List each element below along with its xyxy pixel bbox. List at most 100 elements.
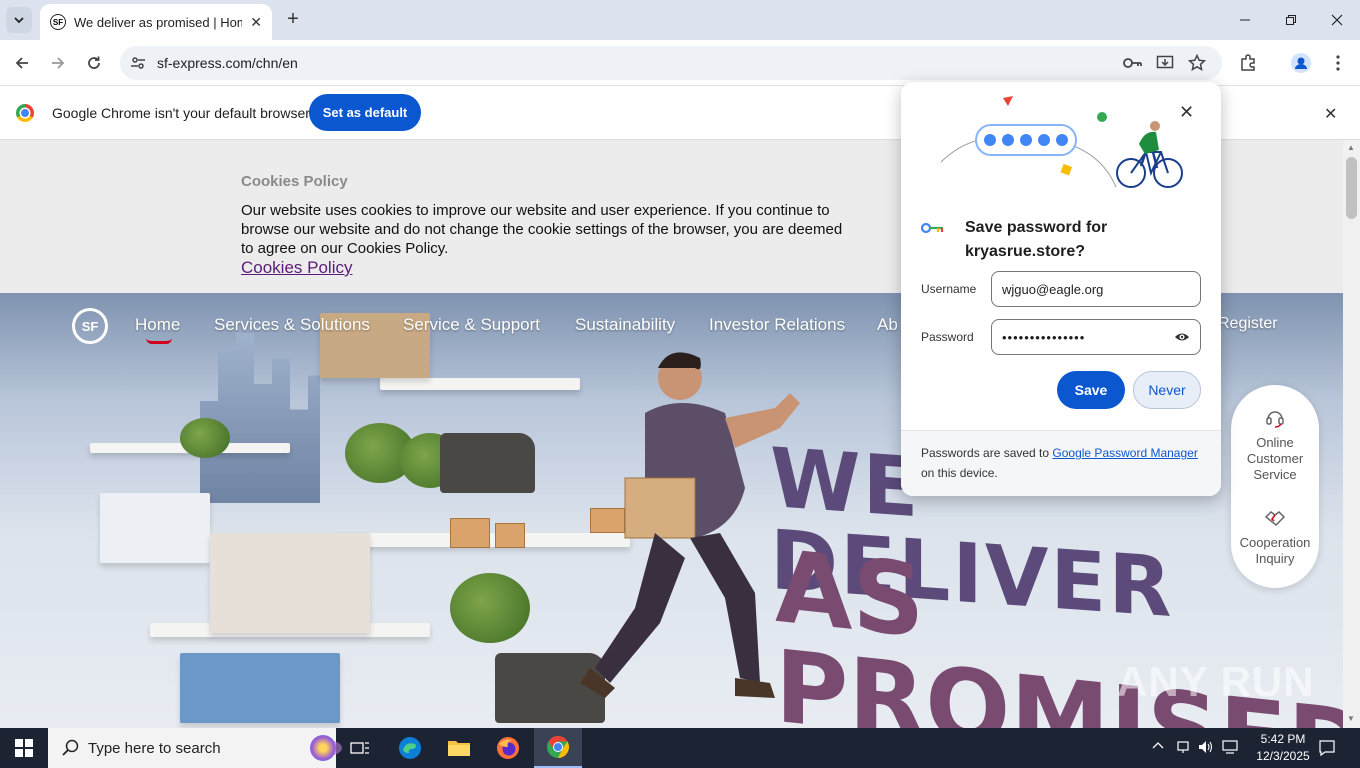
firefox-taskbar-button[interactable] [484,728,532,768]
volume-icon[interactable] [1198,740,1214,757]
close-icon [1331,14,1343,26]
nav-home[interactable]: Home [135,315,180,335]
minimize-icon [1240,19,1250,21]
nav-service-support[interactable]: Service & Support [403,315,540,335]
display-icon[interactable] [1222,740,1238,757]
task-view-button[interactable] [336,728,384,768]
platform-shape [380,378,580,390]
online-customer-service-button[interactable]: Online Customer Service [1231,407,1319,483]
site-settings-icon[interactable] [130,55,146,71]
system-clock[interactable]: 5:42 PM 12/3/2025 [1253,731,1313,765]
notification-center-icon[interactable] [1318,739,1336,762]
username-value: wjguo@eagle.org [1002,281,1104,297]
task-view-icon [350,742,369,754]
city-buildings-illustration [200,333,320,503]
password-label: Password [921,330,974,344]
sf-favicon-icon: SF [50,14,66,30]
username-label: Username [921,282,977,296]
extensions-icon[interactable] [1237,52,1259,74]
footer-prefix: Passwords are saved to [921,446,1053,460]
taskbar-search-box[interactable]: Type here to search [48,728,342,768]
room-illustration [210,533,370,633]
address-bar[interactable]: sf-express.com/chn/en [120,46,1222,80]
reload-button[interactable] [81,50,107,76]
delivery-van-illustration [440,433,535,493]
never-save-button[interactable]: Never [1133,371,1201,409]
dialog-footer: Passwords are saved to Google Password M… [901,430,1221,496]
scroll-down-arrow-icon[interactable]: ▼ [1347,714,1355,723]
show-hidden-icons-chevron-icon[interactable] [1152,740,1164,755]
clock-time: 5:42 PM [1260,732,1306,746]
password-key-icon[interactable] [1123,53,1143,73]
trees-illustration [180,418,230,458]
password-illustration [940,96,1183,188]
cooperation-inquiry-label: Cooperation Inquiry [1239,535,1311,566]
eye-icon[interactable] [1174,330,1190,344]
cookie-title: Cookies Policy [241,173,348,190]
password-value: ••••••••••••••• [1002,329,1086,345]
tab-title: We deliver as promised | Home [74,14,242,30]
footer-suffix: on this device. [921,466,998,480]
scroll-up-arrow-icon[interactable]: ▲ [1347,143,1355,152]
cookie-policy-link[interactable]: Cookies Policy [241,258,353,278]
nav-investor-relations[interactable]: Investor Relations [709,315,845,335]
nav-services-solutions[interactable]: Services & Solutions [214,315,370,335]
profile-avatar-icon[interactable] [1290,52,1312,74]
menu-kebab-icon[interactable] [1327,52,1349,74]
nav-sustainability[interactable]: Sustainability [575,315,675,335]
save-password-dialog: ✕ Save password for kryasrue.store? User… [901,82,1221,496]
back-button[interactable] [9,50,35,76]
google-key-icon [921,222,944,234]
dialog-close-icon[interactable]: ✕ [1179,102,1194,123]
chevron-down-icon [14,17,24,24]
trees-illustration [450,573,530,643]
edge-icon [399,737,421,759]
start-button[interactable] [0,728,48,768]
set-as-default-button[interactable]: Set as default [309,94,421,131]
minimize-button[interactable] [1222,0,1268,40]
windows-logo-icon [15,739,33,757]
search-icon [62,739,79,756]
password-field[interactable]: ••••••••••••••• [991,319,1201,355]
reload-icon [88,56,100,69]
arrow-left-icon [15,57,28,69]
tab-search-button[interactable] [6,7,32,33]
nav-active-indicator [146,338,172,344]
handshake-icon [1264,511,1286,527]
tab-close-icon[interactable]: ✕ [250,14,262,31]
google-password-manager-link[interactable]: Google Password Manager [1052,446,1197,460]
bookmark-star-icon[interactable] [1187,53,1207,73]
cooperation-inquiry-button[interactable]: Cooperation Inquiry [1231,507,1319,567]
restore-button[interactable] [1268,0,1314,40]
room-illustration [100,493,210,563]
save-password-button[interactable]: Save [1057,371,1125,409]
username-field[interactable]: wjguo@eagle.org [991,271,1201,307]
anyrun-watermark: ANY RUN [1117,658,1315,705]
dialog-title: Save password for kryasrue.store? [965,219,1108,260]
chrome-taskbar-button[interactable] [534,728,582,768]
forward-button[interactable] [45,50,71,76]
page-scrollbar[interactable]: ▲ ▼ [1343,140,1360,728]
parcel-box [495,523,525,548]
scrollbar-thumb[interactable] [1346,157,1357,219]
edge-taskbar-button[interactable] [386,728,434,768]
close-window-button[interactable] [1314,0,1360,40]
cookie-text: Our website uses cookies to improve our … [241,202,843,257]
nav-about[interactable]: Ab [877,315,898,335]
nav-register[interactable]: Register [1218,315,1278,333]
chrome-logo-icon [16,104,34,122]
floating-service-panel: Online Customer Service Cooperation Inqu… [1231,385,1319,588]
infobar-close-icon[interactable]: ✕ [1324,104,1337,124]
folder-icon [448,741,470,756]
arrow-right-icon [52,57,65,69]
active-tab[interactable]: SF We deliver as promised | Home ✕ [40,4,272,40]
install-app-icon[interactable] [1155,53,1175,73]
new-tab-button[interactable]: + [282,8,304,30]
file-explorer-taskbar-button[interactable] [435,728,483,768]
firefox-icon [497,737,519,759]
url-text: sf-express.com/chn/en [157,55,298,71]
restore-icon [1286,15,1296,25]
sf-logo[interactable]: SF [72,308,108,344]
tab-strip: SF We deliver as promised | Home ✕ + [0,0,1360,40]
network-icon[interactable] [1176,740,1190,757]
